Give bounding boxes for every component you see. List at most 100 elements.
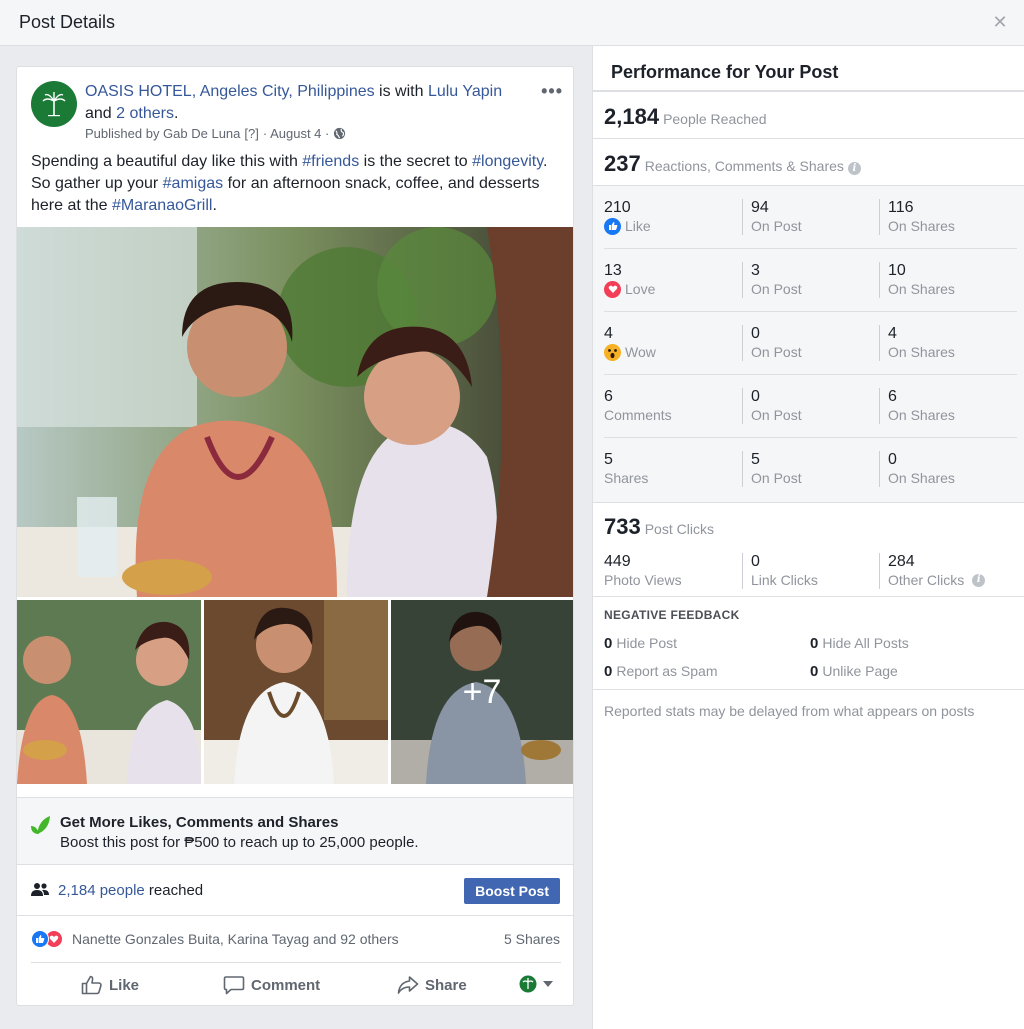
comment-button[interactable]: Comment — [223, 975, 320, 995]
like-total: 210 Like — [604, 199, 651, 235]
wow-on-shares-value: 4 — [888, 325, 897, 342]
wow-on-shares: 4 On Shares — [879, 325, 955, 361]
link-clicks-value: 0 — [751, 553, 760, 570]
post-actions: Like Comment Share — [31, 962, 561, 1004]
comment-label: Comment — [251, 976, 321, 994]
on-post-label: On Post — [751, 281, 802, 297]
info-icon[interactable]: i — [972, 573, 986, 587]
panel-title: Performance for Your Post — [611, 62, 839, 82]
close-icon[interactable]: ✕ — [992, 12, 1008, 32]
breakdown-row-love: 13 Love 3 On Post 10 On Shares — [593, 249, 1024, 312]
love-on-post-value: 3 — [751, 262, 760, 279]
thumbs-up-icon — [81, 975, 102, 995]
spam-label: Report as Spam — [616, 663, 718, 679]
hashtag-link[interactable]: #friends — [302, 153, 359, 170]
post-card: OASIS HOTEL, Angeles City, Philippines i… — [16, 66, 574, 1006]
help-marker[interactable]: [?] — [244, 126, 258, 141]
wow-label: Wow — [625, 344, 656, 360]
more-icon[interactable]: ••• — [541, 81, 563, 102]
people-reached-link[interactable]: 2,184 people — [58, 882, 145, 899]
people-icon — [31, 883, 49, 896]
post-date[interactable]: · August 4 · — [263, 126, 329, 141]
like-on-post-value: 94 — [751, 199, 769, 216]
audience-selector[interactable] — [519, 975, 553, 993]
reaction-icons[interactable] — [31, 930, 67, 948]
wow-reaction-icon — [604, 343, 621, 361]
others-link[interactable]: 2 others — [116, 105, 174, 122]
main-photo[interactable] — [17, 227, 573, 597]
thumbnail-photo[interactable] — [17, 600, 201, 784]
thumbnail-photo-more[interactable]: +7 — [391, 600, 573, 784]
on-shares-label: On Shares — [888, 281, 955, 297]
post-meta: Published by Gab De Luna [?] · August 4 … — [85, 126, 346, 141]
spam-value: 0 — [604, 663, 613, 680]
boost-post-button[interactable]: Boost Post — [464, 878, 560, 904]
share-icon — [397, 976, 419, 994]
photo-views-value: 449 — [604, 553, 631, 570]
reactions-row: Nanette Gonzales Buita, Karina Tayag and… — [17, 917, 573, 961]
love-on-shares-value: 10 — [888, 262, 906, 279]
wow-on-post: 0 On Post — [742, 325, 802, 361]
globe-icon[interactable] — [333, 127, 346, 140]
and-text: and — [85, 105, 117, 122]
breakdown-row-like: 210 Like 94 On Post 116 On Shares — [593, 186, 1024, 249]
like-reaction-icon — [604, 217, 621, 235]
hide-all-value: 0 — [810, 635, 819, 652]
share-button[interactable]: Share — [397, 975, 467, 995]
more-photos-count[interactable]: +7 — [391, 600, 573, 784]
hashtag-link[interactable]: #amigas — [163, 175, 223, 192]
hashtag-link[interactable]: #MaranaoGrill — [112, 197, 212, 214]
comment-icon — [223, 976, 245, 995]
thumbnail-photo[interactable] — [204, 600, 388, 784]
tagged-person-link[interactable]: Lulu Yapin — [428, 83, 502, 100]
on-shares-label: On Shares — [888, 407, 955, 423]
love-total-value: 13 — [604, 262, 622, 279]
dialog-title: Post Details — [19, 12, 116, 32]
info-icon[interactable]: i — [847, 162, 861, 175]
boost-subtitle: Boost this post for ₱500 to reach up to … — [60, 834, 419, 851]
divider — [593, 596, 1024, 597]
negative-feedback-title: NEGATIVE FEEDBACK — [604, 608, 740, 622]
link-clicks-label: Link Clicks — [751, 572, 818, 588]
thumbnail-image — [204, 600, 388, 784]
people-reached-label: People Reached — [663, 111, 767, 127]
post-clicks-stat: 733 Post Clicks — [604, 514, 714, 540]
page-avatar[interactable] — [31, 81, 77, 127]
on-post-label: On Post — [751, 470, 802, 486]
hashtag-link[interactable]: #longevity — [472, 153, 543, 170]
breakdown-row-wow: 4 Wow 0 On Post 4 On Shares — [593, 312, 1024, 375]
period-text: . — [173, 105, 179, 122]
like-on-post: 94 On Post — [742, 199, 802, 235]
love-on-shares: 10 On Shares — [879, 262, 955, 298]
boost-title: Get More Likes, Comments and Shares — [60, 814, 339, 831]
divider — [593, 138, 1024, 139]
dialog-header: Post Details ✕ — [0, 0, 1024, 46]
hide-all-posts-stat: 0 Hide All Posts — [810, 635, 909, 652]
with-text: is with — [374, 83, 428, 100]
shares-on-post: 5 On Post — [742, 451, 802, 487]
page-name-link[interactable]: OASIS HOTEL, Angeles City, Philippines — [85, 83, 375, 100]
post-text-part: Spending a beautiful day like this with — [31, 153, 303, 170]
like-reaction-icon — [31, 930, 49, 948]
dropdown-icon — [543, 981, 553, 987]
comments-total-value: 6 — [604, 388, 613, 405]
hide-post-stat: 0 Hide Post — [604, 635, 677, 652]
hide-post-value: 0 — [604, 635, 613, 652]
reaction-breakdown: 210 Like 94 On Post 116 On Shares 13 Lov… — [593, 186, 1024, 502]
like-on-shares: 116 On Shares — [879, 199, 955, 235]
like-button[interactable]: Like — [81, 975, 139, 995]
hide-post-label: Hide Post — [616, 635, 678, 651]
post-text-part: is the secret to — [359, 153, 473, 170]
love-total: 13 Love — [604, 262, 655, 298]
shares-count-link[interactable]: 5 Shares — [504, 931, 560, 947]
shares-total: 5 Shares — [604, 451, 648, 487]
clicks-breakdown: 449 Photo Views 0 Link Clicks 284 Other … — [593, 551, 1024, 601]
stats-footnote: Reported stats may be delayed from what … — [604, 703, 975, 719]
on-post-label: On Post — [751, 218, 802, 234]
photo-views: 449 Photo Views — [604, 553, 682, 589]
published-by: Published by Gab De Luna — [85, 126, 241, 141]
hide-all-label: Hide All Posts — [822, 635, 909, 651]
post-clicks-value: 733 — [604, 514, 641, 539]
divider — [593, 502, 1024, 503]
reaction-names-link[interactable]: Nanette Gonzales Buita, Karina Tayag and… — [72, 931, 399, 947]
